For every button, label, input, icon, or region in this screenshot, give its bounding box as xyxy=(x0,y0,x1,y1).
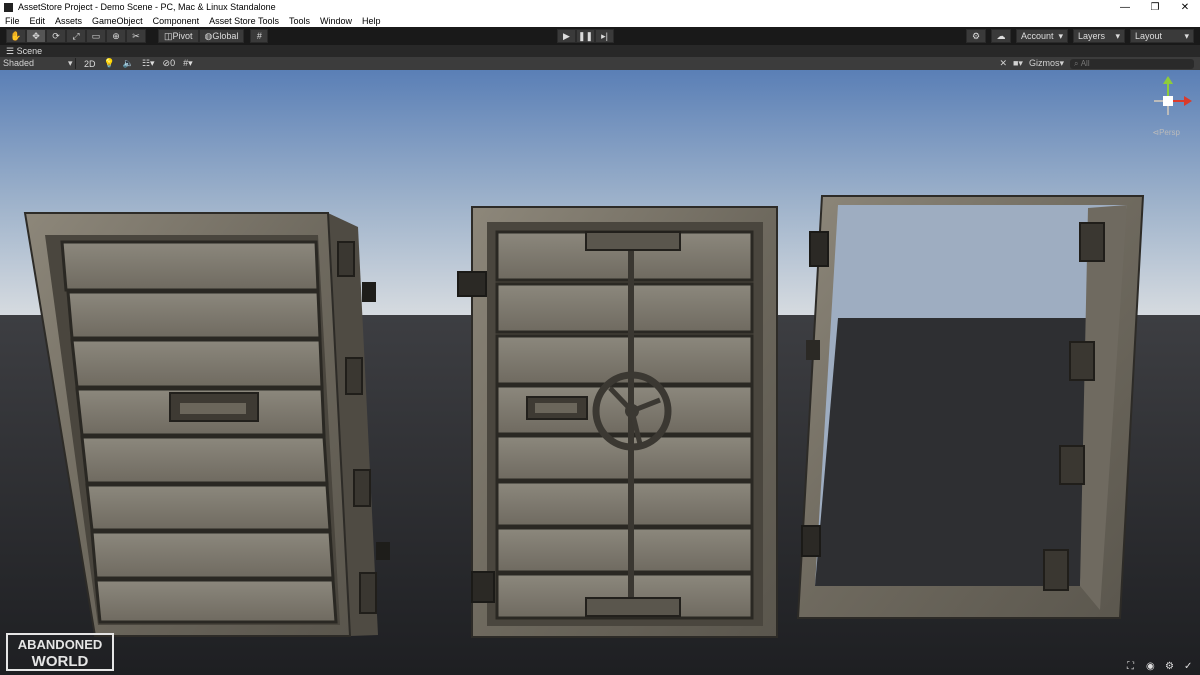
menu-asset-store-tools[interactable]: Asset Store Tools xyxy=(204,16,284,26)
playback-controls: ▶ ❚❚ ▸| xyxy=(557,29,614,43)
toolbar-right: ⚙ ☁ Account ▾ Layers ▾ Layout ▾ xyxy=(966,29,1194,43)
scene-tab-label: Scene xyxy=(16,46,43,56)
scene-render xyxy=(0,70,1200,675)
scene-search-input[interactable]: ⌕ All xyxy=(1070,58,1194,69)
draw-mode-dropdown[interactable]: Shaded ▾ xyxy=(0,58,76,69)
chevron-down-icon: ▾ xyxy=(1115,30,1120,41)
maximize-button[interactable]: ❐ xyxy=(1140,2,1170,13)
menu-gameobject[interactable]: GameObject xyxy=(87,16,148,26)
layout-label: Layout xyxy=(1135,31,1163,41)
play-icon[interactable]: ▶ xyxy=(557,29,576,43)
services-icon[interactable]: ⚙ xyxy=(966,29,986,43)
global-toggle[interactable]: ◍ Global xyxy=(198,29,245,43)
camera-icon[interactable]: ■▾ xyxy=(1013,58,1023,69)
account-dropdown[interactable]: Account ▾ xyxy=(1016,29,1068,43)
minimize-button[interactable]: — xyxy=(1110,2,1140,13)
menu-file[interactable]: File xyxy=(0,16,25,26)
layers-icon[interactable]: ◉ xyxy=(1146,662,1156,672)
transform-tool-icon[interactable]: ⊕ xyxy=(106,29,126,43)
layout-dropdown[interactable]: Layout ▾ xyxy=(1130,29,1194,43)
scene-tab-bar: ☰ Scene xyxy=(0,45,1200,57)
menu-tools[interactable]: Tools xyxy=(284,16,315,26)
status-icons: ⛶ ◉ ⚙ ✓ xyxy=(1127,662,1194,672)
transform-tools: ✋ ✥ ⟳ ⤢ ▭ ⊕ ✂ xyxy=(6,29,146,43)
account-label: Account xyxy=(1021,31,1054,41)
projection-label: Persp xyxy=(1159,128,1180,137)
gizmos-label: Gizmos xyxy=(1028,58,1060,68)
abandoned-world-logo: ABANDONED WORLD xyxy=(6,633,114,671)
vault-door-center xyxy=(457,206,778,638)
mode-2d-toggle[interactable]: 2D xyxy=(80,59,100,69)
layers-label: Layers xyxy=(1078,31,1106,41)
vault-door-frame xyxy=(796,195,1145,619)
check-icon[interactable]: ✓ xyxy=(1184,662,1194,672)
network-icon[interactable]: ⛶ xyxy=(1127,662,1137,672)
settings-icon[interactable]: ⚙ xyxy=(1165,662,1175,672)
custom-tool-icon[interactable]: ✂ xyxy=(126,29,146,43)
move-tool-icon[interactable]: ✥ xyxy=(26,29,46,43)
grid-toggle[interactable]: #▾ xyxy=(179,58,197,69)
hand-tool-icon[interactable]: ✋ xyxy=(6,29,26,43)
search-placeholder: All xyxy=(1080,59,1090,68)
search-icon: ⌕ xyxy=(1074,58,1081,68)
lighting-icon[interactable]: 💡 xyxy=(100,58,119,69)
menu-window[interactable]: Window xyxy=(315,16,357,26)
logo-line1: ABANDONED xyxy=(18,637,103,652)
visibility-icon: ⊘ xyxy=(162,58,171,68)
chevron-down-icon: ▾ xyxy=(1058,30,1063,41)
scene-viewport[interactable]: ⊲Persp ABANDONED WORLD ⛶ ◉ ⚙ ✓ xyxy=(0,70,1200,675)
effects-icon[interactable]: ☷▾ xyxy=(138,58,159,69)
pivot-toggle[interactable]: ◫ Pivot xyxy=(158,29,199,43)
chevron-down-icon: ▾ xyxy=(1184,30,1189,41)
cloud-icon[interactable]: ☁ xyxy=(991,29,1011,43)
close-button[interactable]: ✕ xyxy=(1170,2,1200,13)
scene-view-toolbar: Shaded ▾ 2D 💡 🔈 ☷▾ ⊘0 #▾ ✕ ■▾ Gizmos▾ ⌕ A… xyxy=(0,57,1200,70)
scene-tab-icon: ☰ xyxy=(6,45,17,56)
window-title: AssetStore Project - Demo Scene - PC, Ma… xyxy=(18,2,276,12)
pivot-icon: ◫ xyxy=(164,30,173,41)
draw-mode-label: Shaded xyxy=(3,58,35,68)
menu-assets[interactable]: Assets xyxy=(50,16,87,26)
tab-scene[interactable]: ☰ Scene xyxy=(0,46,42,57)
menu-edit[interactable]: Edit xyxy=(25,16,51,26)
global-label: Global xyxy=(212,31,239,41)
menu-help[interactable]: Help xyxy=(357,16,386,26)
logo-line2: WORLD xyxy=(32,653,89,670)
layers-dropdown[interactable]: Layers ▾ xyxy=(1073,29,1125,43)
projection-toggle[interactable]: ⊲Persp xyxy=(1152,128,1180,137)
menu-bar: File Edit Assets GameObject Component As… xyxy=(0,14,1200,27)
visibility-toggle[interactable]: ⊘0 xyxy=(159,58,180,69)
audio-icon[interactable]: 🔈 xyxy=(119,58,138,69)
chevron-down-icon: ▾ xyxy=(67,58,75,68)
step-icon[interactable]: ▸| xyxy=(595,29,614,43)
gizmos-dropdown[interactable]: Gizmos▾ xyxy=(1029,58,1064,69)
scale-tool-icon[interactable]: ⤢ xyxy=(66,29,86,43)
hidden-count: 0 xyxy=(170,58,176,68)
menu-component[interactable]: Component xyxy=(148,16,205,26)
grid-snap-icon[interactable]: # xyxy=(250,29,269,43)
pivot-label: Pivot xyxy=(172,31,193,41)
rect-tool-icon[interactable]: ▭ xyxy=(86,29,106,43)
rotate-tool-icon[interactable]: ⟳ xyxy=(46,29,66,43)
pause-icon[interactable]: ❚❚ xyxy=(576,29,595,43)
globe-icon: ◍ xyxy=(204,30,213,41)
tools-icon[interactable]: ✕ xyxy=(999,58,1007,69)
window-title-bar: AssetStore Project - Demo Scene - PC, Ma… xyxy=(0,0,1200,14)
unity-logo-icon xyxy=(4,2,13,12)
